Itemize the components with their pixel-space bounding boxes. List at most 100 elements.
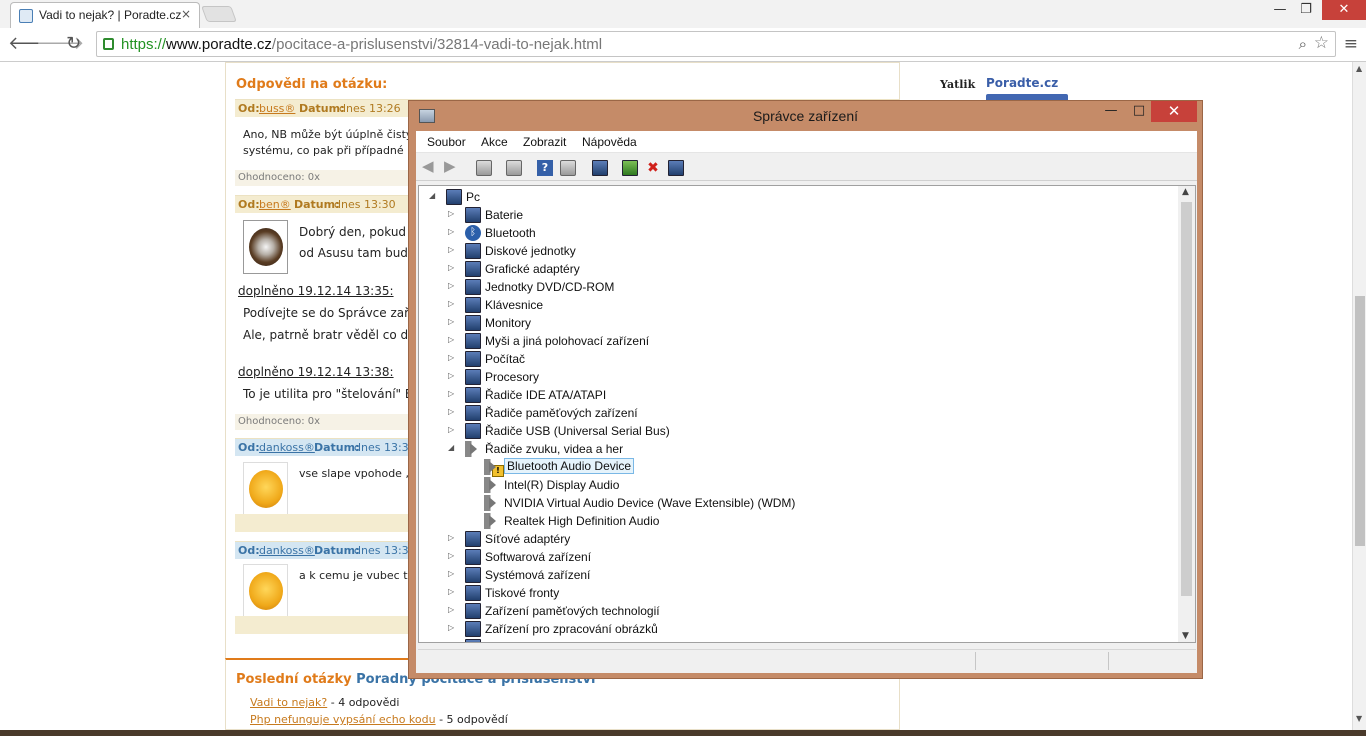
expand-icon[interactable]: ▷ xyxy=(448,353,454,362)
tree-scrollbar[interactable]: ▲ ▼ xyxy=(1178,186,1195,642)
close-button[interactable]: ✕ xyxy=(1322,0,1366,20)
scroll-thumb[interactable] xyxy=(1355,296,1365,546)
tree-device[interactable]: NVIDIA Virtual Audio Device (Wave Extens… xyxy=(419,494,1174,512)
collapse-icon[interactable]: ◢ xyxy=(448,443,454,452)
tree-category[interactable]: ▷ Tiskové fronty xyxy=(419,584,1174,602)
view-icon[interactable] xyxy=(560,160,576,176)
memory-tech-icon xyxy=(465,603,481,619)
tree-category[interactable]: ▷ Grafické adaptéry xyxy=(419,260,1174,278)
from-label: Od: xyxy=(238,102,260,115)
address-bar[interactable]: https://www.poradte.cz/pocitace-a-prislu… xyxy=(96,31,1336,57)
close-button[interactable]: ✕ xyxy=(1151,101,1197,122)
expand-icon[interactable]: ▷ xyxy=(448,587,454,596)
computer-icon xyxy=(446,189,462,205)
expand-icon[interactable]: ▷ xyxy=(448,263,454,272)
tree-device[interactable]: Realtek High Definition Audio xyxy=(419,512,1174,530)
help-icon[interactable]: ? xyxy=(537,160,553,176)
window-titlebar[interactable]: Správce zařízení — □ ✕ xyxy=(409,101,1202,131)
expand-icon[interactable]: ▷ xyxy=(448,569,454,578)
uninstall-icon[interactable]: ✖ xyxy=(645,160,661,176)
tree-category[interactable]: ▷ ᛒ Bluetooth xyxy=(419,224,1174,242)
expand-icon[interactable]: ▷ xyxy=(448,623,454,632)
expand-icon[interactable]: ▷ xyxy=(448,425,454,434)
expand-icon[interactable]: ▷ xyxy=(448,641,454,642)
date-label: Datum: xyxy=(314,441,360,454)
enable-device-icon[interactable] xyxy=(668,160,684,176)
tree-device[interactable]: Bluetooth Audio Device xyxy=(419,458,1174,477)
minimize-button[interactable]: — xyxy=(1270,0,1290,20)
maximize-button[interactable]: ❐ xyxy=(1296,0,1316,20)
expand-icon[interactable]: ▷ xyxy=(448,551,454,560)
question-link[interactable]: Php nefunguje vypsání echo kodu xyxy=(250,713,436,726)
tree-category[interactable]: ▷ Zařízení paměťových technologií xyxy=(419,602,1174,620)
tree-category[interactable]: ▷ Diskové jednotky xyxy=(419,242,1174,260)
tree-category[interactable]: ▷ Řadiče USB (Universal Serial Bus) xyxy=(419,422,1174,440)
menu-napoveda[interactable]: Nápověda xyxy=(582,135,637,149)
author-link[interactable]: dankoss® xyxy=(259,441,315,454)
expand-icon[interactable]: ▷ xyxy=(448,281,454,290)
tree-category[interactable]: ▷ Systémová zařízení xyxy=(419,566,1174,584)
expand-icon[interactable]: ▷ xyxy=(448,389,454,398)
minimize-button[interactable]: — xyxy=(1103,103,1119,123)
expand-icon[interactable]: ▷ xyxy=(448,317,454,326)
menu-soubor[interactable]: Soubor xyxy=(427,135,466,149)
expand-icon[interactable]: ▷ xyxy=(448,533,454,542)
expand-icon[interactable]: ▷ xyxy=(448,245,454,254)
question-link[interactable]: Vadi to nejak? xyxy=(250,696,327,709)
back-arrow-icon[interactable]: ◀ xyxy=(422,157,438,175)
author-link[interactable]: ben® xyxy=(259,198,291,211)
tree-category[interactable]: ▷ Počítač xyxy=(419,350,1174,368)
tree-category[interactable]: ▷ Řadiče IDE ATA/ATAPI xyxy=(419,386,1174,404)
browser-tab[interactable]: Vadi to nejak? | Poradte.cz × xyxy=(10,2,200,28)
maximize-button[interactable]: □ xyxy=(1131,103,1147,123)
addendum-label: doplněno 19.12.14 13:35: xyxy=(238,284,394,298)
tree-category[interactable]: ▷ Zařízení pro zpracování obrázků xyxy=(419,620,1174,638)
chrome-menu-icon[interactable]: ≡ xyxy=(1344,34,1358,54)
author-link[interactable]: buss® xyxy=(259,102,295,115)
tab-close-icon[interactable]: × xyxy=(181,7,191,21)
tree-root[interactable]: ◢ Pc xyxy=(419,188,1174,206)
tree-scroll-thumb[interactable] xyxy=(1181,202,1192,596)
page-scrollbar[interactable]: ▲ ▼ xyxy=(1352,62,1366,730)
expand-icon[interactable]: ▷ xyxy=(448,407,454,416)
tree-category[interactable]: ▷ Síťové adaptéry xyxy=(419,530,1174,548)
tree-category[interactable]: ▷ Jednotky DVD/CD-ROM xyxy=(419,278,1174,296)
tree-category[interactable]: ▷ Softwarová zařízení xyxy=(419,548,1174,566)
collapse-icon[interactable]: ◢ xyxy=(429,191,435,200)
imaging-device-icon xyxy=(465,621,481,637)
update-driver-icon[interactable] xyxy=(622,160,638,176)
tree-category[interactable]: ▷ Myši a jiná polohovací zařízení xyxy=(419,332,1174,350)
tree-device[interactable]: Intel(R) Display Audio xyxy=(419,476,1174,494)
tree-category[interactable]: ▷ Řadiče paměťových zařízení xyxy=(419,404,1174,422)
tree-category[interactable]: ▷ Zařízení standardu HID xyxy=(419,638,1174,642)
new-tab-button[interactable] xyxy=(201,6,237,22)
properties-icon[interactable] xyxy=(506,160,522,176)
scroll-down-icon[interactable]: ▼ xyxy=(1182,631,1189,641)
menu-akce[interactable]: Akce xyxy=(481,135,508,149)
reload-icon[interactable]: ↻ xyxy=(66,33,81,54)
bookmark-star-icon[interactable]: ☆ xyxy=(1314,33,1329,53)
brand-name[interactable]: Poradte.cz xyxy=(986,76,1058,90)
show-hide-tree-icon[interactable] xyxy=(476,160,492,176)
expand-icon[interactable]: ▷ xyxy=(448,209,454,218)
scroll-up-icon[interactable]: ▲ xyxy=(1182,187,1189,197)
expand-icon[interactable]: ▷ xyxy=(448,371,454,380)
expand-icon[interactable]: ▷ xyxy=(448,605,454,614)
expand-icon[interactable]: ▷ xyxy=(448,227,454,236)
hid-icon xyxy=(465,639,481,642)
scroll-down-icon[interactable]: ▼ xyxy=(1356,714,1362,723)
device-tree[interactable]: ◢ Pc ▷ Baterie ▷ ᛒ Bluetooth ▷ Diskové jednotky ▷… xyxy=(418,185,1196,643)
zoom-icon[interactable]: ⌕ xyxy=(1299,35,1307,53)
tree-category[interactable]: ◢ Řadiče zvuku, videa a her xyxy=(419,440,1174,458)
tree-category[interactable]: ▷ Klávesnice xyxy=(419,296,1174,314)
tree-category[interactable]: ▷ Baterie xyxy=(419,206,1174,224)
scroll-up-icon[interactable]: ▲ xyxy=(1356,64,1362,73)
forward-arrow-icon[interactable]: ▶ xyxy=(444,157,460,175)
tree-category[interactable]: ▷ Monitory xyxy=(419,314,1174,332)
tree-category[interactable]: ▷ Procesory xyxy=(419,368,1174,386)
menu-zobrazit[interactable]: Zobrazit xyxy=(523,135,566,149)
expand-icon[interactable]: ▷ xyxy=(448,335,454,344)
expand-icon[interactable]: ▷ xyxy=(448,299,454,308)
author-link[interactable]: dankoss® xyxy=(259,544,315,557)
scan-hardware-icon[interactable] xyxy=(592,160,608,176)
